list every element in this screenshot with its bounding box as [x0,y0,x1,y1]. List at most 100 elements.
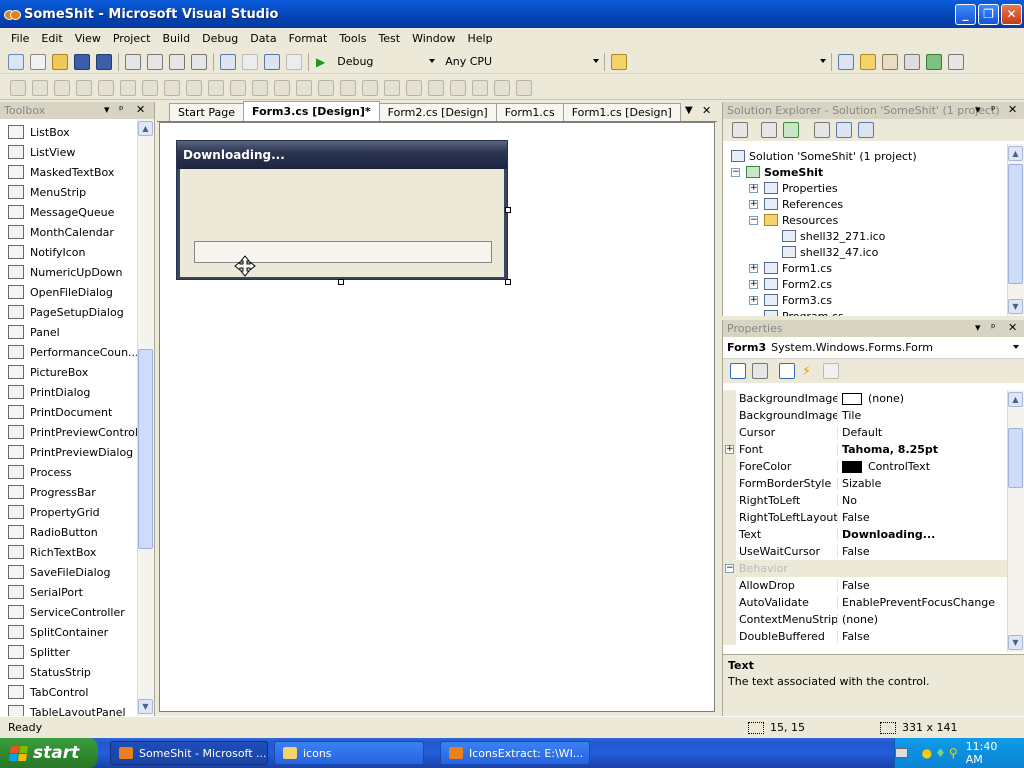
tree-expander-icon[interactable]: + [749,199,758,209]
copy-icon[interactable] [147,53,163,70]
layout-tool-icon[interactable] [340,79,356,96]
tree-node[interactable]: + References [749,196,843,212]
tree-expander-icon[interactable]: + [749,183,758,193]
layout-tool-icon[interactable] [186,79,202,96]
tree-expander-icon[interactable]: + [749,295,758,305]
toolbox-item[interactable]: ListBox [0,122,138,142]
window-position-icon[interactable]: ▾ [975,321,981,334]
tree-node[interactable]: shell32_271.ico [767,228,885,244]
property-value[interactable]: No [837,494,1007,507]
close-icon[interactable]: ✕ [1008,321,1017,334]
scroll-up-icon[interactable]: ▲ [138,121,153,136]
window-position-icon[interactable]: ▾ [104,103,110,116]
new-project-icon[interactable] [8,53,24,70]
object-browser-icon[interactable] [882,53,899,70]
layout-tool-icon[interactable] [98,79,114,96]
save-icon[interactable] [74,53,90,70]
toolbox-item[interactable]: SplitContainer [0,622,138,642]
tree-expander-icon[interactable]: − [731,167,740,177]
toolbox-item[interactable]: MaskedTextBox [0,162,138,182]
view-class-diagram-icon[interactable] [858,122,874,138]
toolbox-item[interactable]: ListView [0,142,138,162]
layout-tool-icon[interactable] [450,79,466,96]
layout-tool-icon[interactable] [120,79,136,96]
menu-view[interactable]: View [69,32,107,45]
toolbox-item[interactable]: PerformanceCoun... [0,342,138,362]
minimize-button[interactable]: _ [955,3,976,25]
resize-handle-right[interactable] [505,207,511,213]
toolbox-item[interactable]: TableLayoutPanel [0,702,138,716]
property-row[interactable]: AllowDrop False [723,577,1007,594]
scrollbar-thumb[interactable] [1008,428,1023,488]
close-icon[interactable]: ✕ [1008,103,1017,116]
toolbox-item[interactable]: PropertyGrid [0,502,138,522]
toolbox-item[interactable]: RichTextBox [0,542,138,562]
properties-icon[interactable] [732,122,748,138]
tree-node[interactable]: + Form2.cs [749,276,832,292]
tree-node[interactable]: + Form1.cs [749,260,832,276]
property-value[interactable]: False [837,545,1007,558]
property-row[interactable]: UseWaitCursor False [723,543,1007,560]
start-button[interactable]: start [0,738,98,768]
property-value[interactable]: (none) [837,613,1007,626]
toolbox-scrollbar[interactable]: ▲ ▼ [137,119,154,716]
property-value[interactable]: Tile [837,409,1007,422]
toolbox-icon[interactable] [904,53,921,70]
layout-tool-icon[interactable] [32,79,48,96]
toolbox-item[interactable]: Splitter [0,642,138,662]
tree-node[interactable]: + Properties [749,180,838,196]
layout-tool-icon[interactable] [274,79,290,96]
add-item-icon[interactable] [30,53,46,70]
toolbox-item[interactable]: SaveFileDialog [0,562,138,582]
tree-expander-icon[interactable]: − [749,215,758,225]
taskbar-button[interactable]: IconsExtract: E:\WI... [440,741,590,765]
layout-tool-icon[interactable] [428,79,444,96]
start-page-icon[interactable] [926,53,943,70]
refresh-icon[interactable] [783,122,799,138]
alphabetical-icon[interactable] [752,363,768,379]
property-value[interactable]: False [837,579,1007,592]
toolbox-item[interactable]: OpenFileDialog [0,282,138,302]
resize-handle-corner[interactable] [505,279,511,285]
property-row[interactable]: DoubleBuffered False [723,628,1007,645]
solution-explorer-icon[interactable] [838,53,855,70]
property-category[interactable]: − Behavior [723,560,1007,577]
property-value[interactable]: Sizable [837,477,1007,490]
menu-test[interactable]: Test [372,32,406,45]
layout-tool-icon[interactable] [494,79,510,96]
scroll-down-icon[interactable]: ▼ [1008,299,1023,314]
events-icon[interactable]: ⚡ [802,364,811,379]
categorized-icon[interactable] [730,363,746,379]
properties-view-icon[interactable] [779,363,795,379]
property-row[interactable]: RightToLeft No [723,492,1007,509]
menu-edit[interactable]: Edit [35,32,68,45]
toolbox-item[interactable]: PrintDialog [0,382,138,402]
scroll-down-icon[interactable]: ▼ [138,699,153,714]
tree-node[interactable]: − SomeShit [731,164,823,180]
toolbox-item[interactable]: MenuStrip [0,182,138,202]
layout-tool-icon[interactable] [516,79,532,96]
save-all-icon[interactable] [96,53,112,70]
navigate-backward-icon[interactable] [264,53,280,70]
document-tab[interactable]: Form2.cs [Design] [378,103,497,121]
layout-tool-icon[interactable] [252,79,268,96]
search-icon[interactable]: ⚲ [949,746,958,760]
layout-tool-icon[interactable] [472,79,488,96]
scroll-up-icon[interactable]: ▲ [1008,146,1023,161]
maximize-button[interactable]: ❐ [978,3,999,25]
show-all-files-icon[interactable] [761,122,777,138]
toolbox-item[interactable]: RadioButton [0,522,138,542]
resize-handle-bottom[interactable] [338,279,344,285]
property-expander-icon[interactable]: − [725,564,734,573]
document-tab[interactable]: Form1.cs [495,103,564,121]
tree-expander-icon[interactable]: + [749,279,758,289]
property-row[interactable]: BackgroundImage (none) [723,390,1007,407]
designer-form[interactable]: Downloading... [176,140,508,280]
close-document-icon[interactable]: ✕ [702,104,711,117]
toolbox-item[interactable]: PrintDocument [0,402,138,422]
property-value[interactable]: Tahoma, 8.25pt [837,443,1007,456]
auto-hide-pin-icon[interactable]: ᵖ [991,103,996,116]
layout-tool-icon[interactable] [230,79,246,96]
taskbar-button[interactable]: SomeShit - Microsoft ... [110,741,268,765]
property-row[interactable]: + Font Tahoma, 8.25pt [723,441,1007,458]
